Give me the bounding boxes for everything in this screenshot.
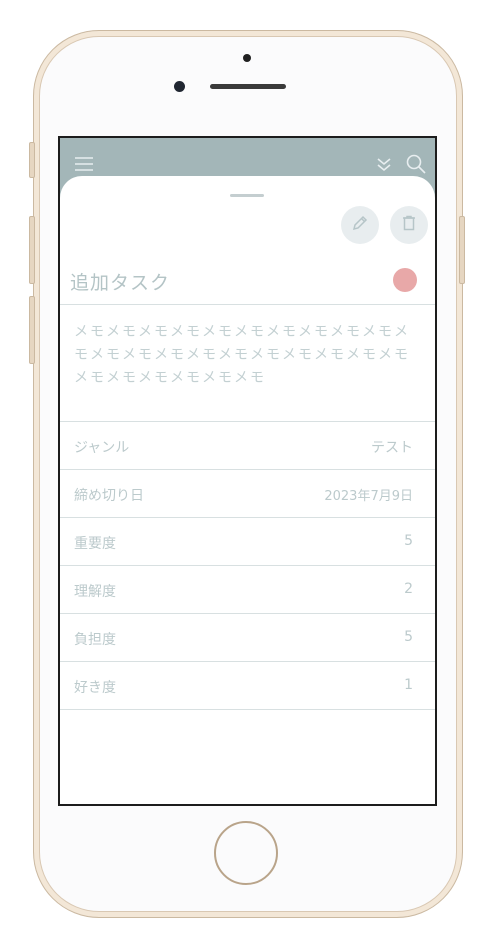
field-row-deadline: 締め切り日 2023年7月9日 (60, 470, 435, 518)
edit-button[interactable] (341, 206, 379, 244)
task-memo: メモメモメモメモメモメモメモメモメモメモメモメモメモメモメモメモメモメモメモメモ… (60, 304, 435, 422)
field-row-burden: 負担度 5 (60, 614, 435, 662)
phone-mute-switch (29, 142, 35, 178)
field-row-importance: 重要度 5 (60, 518, 435, 566)
sheet-drag-handle[interactable] (230, 194, 264, 197)
field-row-preference: 好き度 1 (60, 662, 435, 710)
phone-camera (174, 81, 185, 92)
phone-sensor (243, 54, 251, 62)
field-value: 2023年7月9日 (324, 489, 413, 504)
phone-volume-up (29, 216, 35, 284)
field-label: 締め切り日 (74, 488, 144, 504)
phone-power-button (459, 216, 465, 284)
trash-icon (400, 214, 418, 236)
field-value: テスト (371, 440, 413, 456)
field-row-understanding: 理解度 2 (60, 566, 435, 614)
field-value: 1 (404, 677, 413, 693)
field-label: 理解度 (74, 584, 116, 600)
field-value: 5 (404, 629, 413, 645)
search-icon[interactable] (406, 154, 426, 174)
phone-volume-down (29, 296, 35, 364)
phone-speaker (210, 84, 286, 89)
home-button[interactable] (214, 821, 278, 885)
task-title: 追加タスク (70, 272, 171, 294)
double-chevron-down-icon[interactable] (374, 154, 394, 174)
menu-icon[interactable] (74, 154, 94, 174)
task-detail-sheet: 追加タスク メモメモメモメモメモメモメモメモメモメモメモメモメモメモメモメモメモ… (60, 176, 435, 804)
field-label: 負担度 (74, 632, 116, 648)
field-row-genre: ジャンル テスト (60, 422, 435, 470)
delete-button[interactable] (390, 206, 428, 244)
field-value: 2 (404, 581, 413, 597)
field-label: 好き度 (74, 680, 116, 696)
task-color-dot (393, 268, 417, 292)
app-screen: 追加タスク メモメモメモメモメモメモメモメモメモメモメモメモメモメモメモメモメモ… (58, 136, 437, 806)
pencil-icon (351, 214, 369, 236)
field-value: 5 (404, 533, 413, 549)
field-label: 重要度 (74, 536, 116, 552)
field-label: ジャンル (74, 440, 130, 456)
